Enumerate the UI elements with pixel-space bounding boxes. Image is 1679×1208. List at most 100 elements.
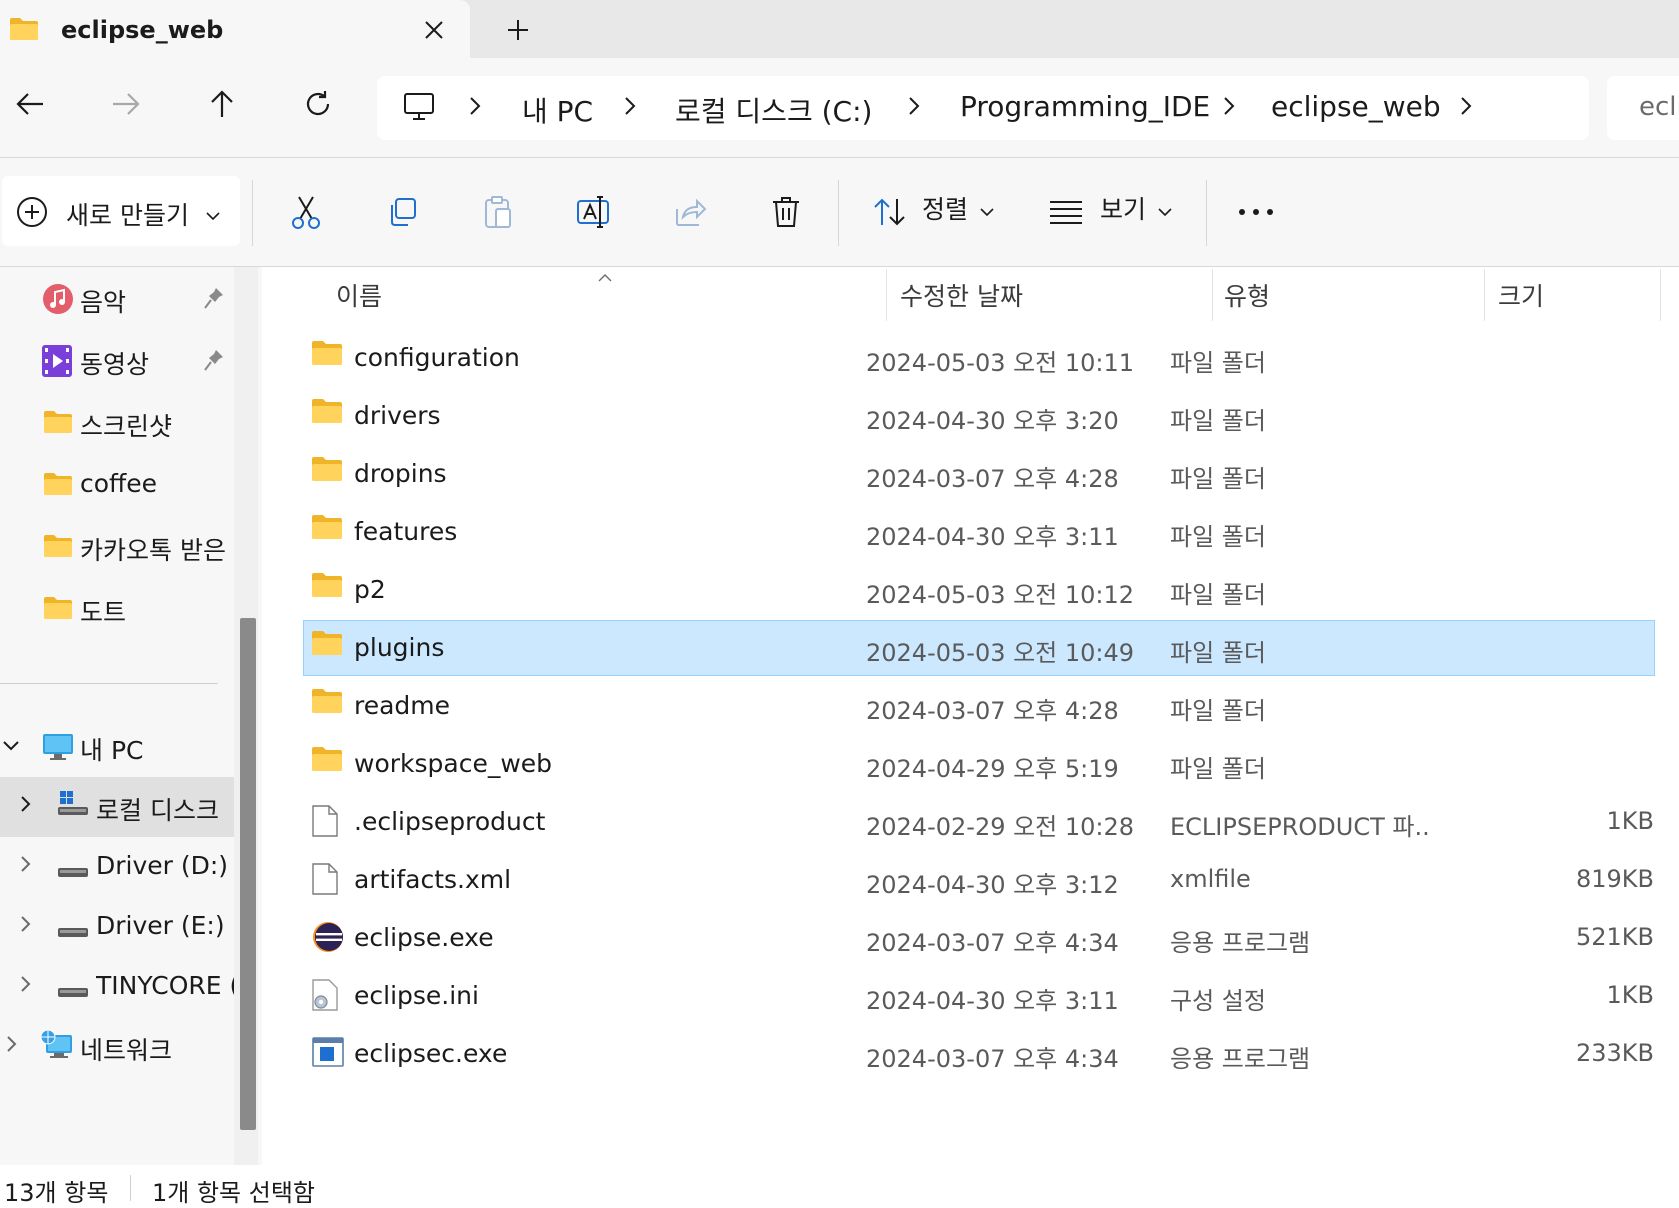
table-row[interactable]: eclipsec.exe 2024-03-07 오후 4:34 응용 프로그램 233…	[304, 1027, 1654, 1081]
view-button[interactable]: 보기	[1100, 190, 1146, 226]
sidebar-item-label: Driver (E:)	[96, 911, 225, 940]
chevron-right-icon[interactable]	[20, 795, 32, 817]
sidebar-item-coffee[interactable]: coffee	[0, 455, 234, 515]
file-name: workspace_web	[354, 749, 553, 778]
sort-icon[interactable]	[866, 188, 914, 236]
file-date: 2024-03-07 오후 4:28	[866, 697, 1119, 725]
file-name: readme	[354, 691, 451, 720]
file-date: 2024-03-07 오후 4:34	[866, 929, 1119, 957]
folder-icon	[312, 457, 342, 485]
sidebar-scrollbar-thumb[interactable]	[240, 618, 256, 1130]
drive-icon	[58, 863, 88, 882]
delete-icon[interactable]	[762, 188, 810, 236]
file-type: 파일 폴더	[1170, 581, 1266, 609]
new-tab-button[interactable]	[496, 10, 540, 50]
pin-icon[interactable]	[204, 349, 224, 375]
sidebar-item-label: 로컬 디스크	[96, 796, 219, 825]
column-header-name[interactable]: 이름	[336, 277, 382, 313]
sidebar-item-drive-d[interactable]: Driver (D:)	[0, 837, 234, 897]
tab-title: eclipse_web	[61, 16, 224, 44]
column-divider[interactable]	[886, 269, 887, 321]
cut-icon[interactable]	[282, 188, 330, 236]
file-date: 2024-05-03 오전 10:12	[866, 581, 1135, 609]
chevron-right-icon[interactable]	[469, 96, 481, 120]
sidebar-item-label: 동영상	[80, 350, 150, 379]
sidebar-item-network[interactable]: 네트워크	[0, 1017, 234, 1077]
table-row[interactable]: artifacts.xml 2024-04-30 오후 3:12 xmlfile 81…	[304, 853, 1654, 907]
table-row[interactable]: drivers 2024-04-30 오후 3:20 파일 폴더	[304, 389, 1654, 443]
column-divider[interactable]	[1212, 269, 1213, 321]
table-row[interactable]: eclipse.exe 2024-03-07 오후 4:34 응용 프로그램 521K…	[304, 911, 1654, 965]
address-bar[interactable]: 내 PC 로컬 디스크 (C:) Programming_IDE eclipse…	[377, 76, 1589, 140]
table-row[interactable]: .eclipseproduct 2024-02-29 오전 10:28 ECLIPS…	[304, 795, 1654, 849]
file-size: 1KB	[1606, 807, 1654, 835]
sidebar-item-video[interactable]: 동영상	[0, 331, 234, 391]
file-name: configuration	[354, 343, 520, 372]
column-divider[interactable]	[1660, 269, 1661, 321]
rename-icon[interactable]	[570, 188, 618, 236]
folder-icon	[312, 689, 342, 717]
search-input[interactable]: ecli	[1607, 76, 1679, 140]
forward-arrow-icon[interactable]	[98, 76, 154, 132]
sidebar-item-music[interactable]: 음악	[0, 269, 234, 329]
chevron-down-icon[interactable]	[2, 737, 20, 756]
chevron-right-icon[interactable]	[1460, 96, 1472, 120]
sidebar-item-label: 내 PC	[80, 736, 144, 765]
file-icon	[312, 805, 338, 841]
sidebar-item-dot[interactable]: 도트	[0, 579, 234, 639]
file-icon	[312, 863, 338, 899]
breadcrumb-programming-ide[interactable]: Programming_IDE	[960, 90, 1210, 123]
chevron-down-icon	[206, 206, 220, 225]
share-icon[interactable]	[666, 188, 714, 236]
table-row[interactable]: configuration 2024-05-03 오전 10:11 파일 폴더	[304, 331, 1654, 385]
chevron-right-icon[interactable]	[20, 855, 32, 877]
table-row[interactable]: workspace_web 2024-04-29 오후 5:19 파일 폴더	[304, 737, 1654, 791]
column-header-type[interactable]: 유형	[1224, 277, 1270, 313]
view-list-icon[interactable]	[1042, 188, 1090, 236]
sidebar-item-screenshots[interactable]: 스크린샷	[0, 393, 234, 453]
breadcrumb-pc[interactable]: 내 PC	[522, 90, 593, 130]
paste-icon[interactable]	[474, 188, 522, 236]
table-row[interactable]: features 2024-04-30 오후 3:11 파일 폴더	[304, 505, 1654, 559]
sort-button[interactable]: 정렬	[922, 190, 968, 226]
chevron-right-icon[interactable]	[1223, 96, 1235, 120]
file-type: 파일 폴더	[1170, 523, 1266, 551]
sidebar-item-this-pc[interactable]: 내 PC	[0, 717, 234, 777]
folder-icon	[44, 473, 72, 499]
breadcrumb-eclipse-web[interactable]: eclipse_web	[1271, 90, 1441, 123]
chevron-right-icon[interactable]	[624, 96, 636, 120]
column-divider[interactable]	[1484, 269, 1485, 321]
file-date: 2024-04-30 오후 3:11	[866, 523, 1119, 551]
table-row[interactable]: dropins 2024-03-07 오후 4:28 파일 폴더	[304, 447, 1654, 501]
refresh-icon[interactable]	[290, 76, 346, 132]
column-header-size[interactable]: 크기	[1498, 277, 1544, 313]
pin-icon[interactable]	[204, 287, 224, 313]
sidebar-item-local-disk[interactable]: 로컬 디스크	[0, 777, 234, 837]
file-name: .eclipseproduct	[354, 807, 546, 836]
chevron-right-icon[interactable]	[908, 96, 920, 120]
item-count: 13개 항목	[4, 1179, 109, 1207]
file-name: eclipse.exe	[354, 923, 494, 952]
copy-icon[interactable]	[378, 188, 426, 236]
table-row[interactable]: eclipse.ini 2024-04-30 오후 3:11 구성 설정 1KB	[304, 969, 1654, 1023]
breadcrumb-local-disk[interactable]: 로컬 디스크 (C:)	[675, 90, 872, 130]
search-text: ecli	[1639, 92, 1679, 122]
sidebar-item-tinycore[interactable]: TINYCORE (L	[0, 957, 234, 1017]
column-header-date[interactable]: 수정한 날짜	[900, 277, 1023, 313]
sidebar-item-drive-e[interactable]: Driver (E:)	[0, 897, 234, 957]
close-icon[interactable]	[414, 10, 454, 50]
file-size: 521KB	[1575, 923, 1654, 951]
back-arrow-icon[interactable]	[2, 76, 58, 132]
chevron-right-icon[interactable]	[20, 975, 32, 997]
new-button[interactable]: 새로 만들기	[2, 176, 240, 246]
table-row[interactable]: p2 2024-05-03 오전 10:12 파일 폴더	[304, 563, 1654, 617]
chevron-right-icon[interactable]	[20, 915, 32, 937]
sidebar-item-kakaotalk[interactable]: 카카오톡 받은	[0, 517, 234, 577]
table-row[interactable]: readme 2024-03-07 오후 4:28 파일 폴더	[304, 679, 1654, 733]
chevron-right-icon[interactable]	[6, 1035, 18, 1057]
folder-icon	[312, 341, 342, 369]
tab-eclipse-web[interactable]: eclipse_web	[0, 0, 470, 62]
up-arrow-icon[interactable]	[194, 76, 250, 132]
table-row[interactable]: plugins 2024-05-03 오전 10:49 파일 폴더	[303, 620, 1655, 676]
more-options-icon[interactable]	[1232, 188, 1280, 236]
